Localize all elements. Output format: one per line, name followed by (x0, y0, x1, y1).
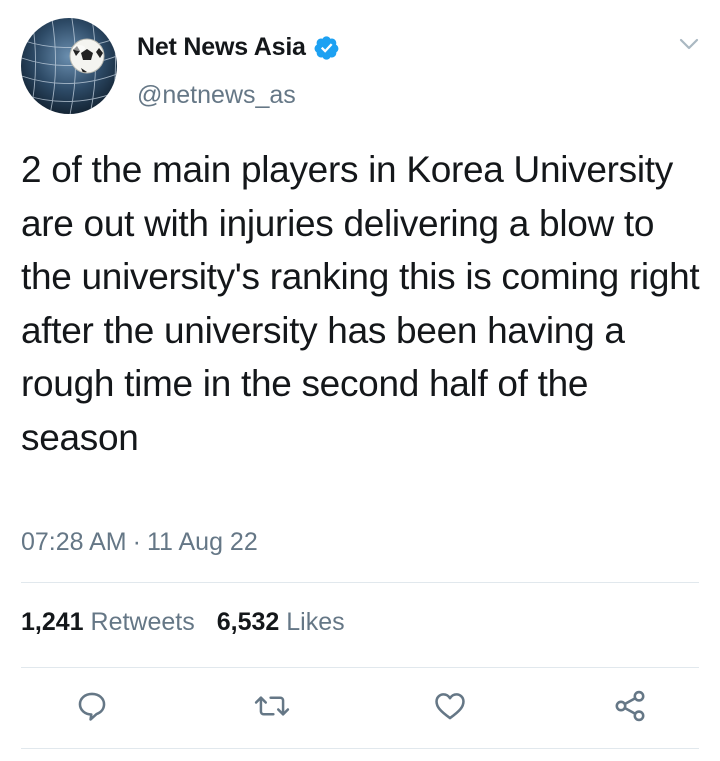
tweet-timestamp[interactable]: 07:28 AM · 11 Aug 22 (21, 528, 258, 557)
like-button[interactable] (430, 686, 470, 726)
likes-label: Likes (286, 608, 345, 636)
tweet-actions (0, 686, 720, 730)
verified-badge-icon (314, 35, 340, 61)
reply-button[interactable] (72, 686, 112, 726)
divider (21, 582, 699, 583)
retweets-label: Retweets (90, 608, 195, 636)
likes-stat[interactable]: 6,532 Likes (217, 608, 345, 637)
avatar[interactable] (21, 18, 117, 114)
tweet-text: 2 of the main players in Korea Universit… (21, 149, 700, 458)
meta-separator: · (132, 528, 141, 556)
share-icon (615, 690, 645, 722)
soccer-ball-net-icon (21, 18, 117, 114)
author-name-row: Net News Asia (137, 33, 340, 62)
share-button[interactable] (610, 686, 650, 726)
retweets-count: 1,241 (21, 608, 84, 636)
tweet-stats: 1,241 Retweets 6,532 Likes (21, 608, 345, 637)
tweet-date: 11 Aug 22 (146, 528, 258, 556)
likes-count: 6,532 (216, 608, 280, 636)
chevron-down-icon[interactable] (678, 36, 700, 52)
tweet-card: Net News Asia @netnews_as 2 of the main … (0, 0, 720, 761)
retweet-button[interactable] (252, 686, 292, 726)
retweets-stat[interactable]: 1,241 Retweets (21, 608, 195, 637)
divider (21, 667, 699, 668)
retweet-icon (254, 696, 290, 716)
author-display-name[interactable]: Net News Asia (137, 33, 306, 62)
author-handle[interactable]: @netnews_as (137, 81, 296, 110)
divider (21, 748, 699, 749)
tweet-time: 07:28 AM (21, 528, 127, 556)
reply-icon (78, 692, 106, 721)
heart-icon (435, 693, 465, 720)
